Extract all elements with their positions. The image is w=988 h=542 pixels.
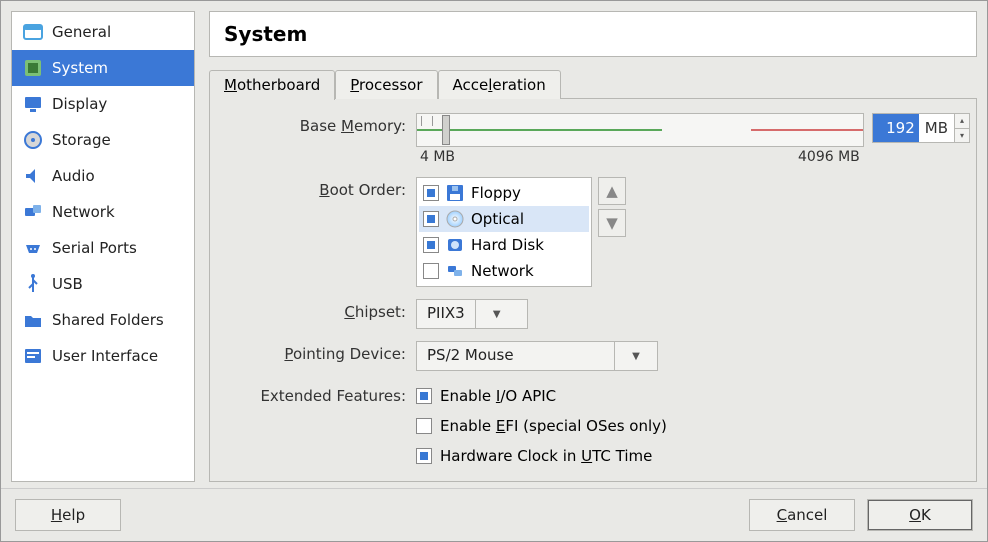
boot-order-list[interactable]: Floppy Optical Hard	[416, 177, 592, 287]
sidebar-item-label: User Interface	[52, 347, 158, 365]
feature-utc[interactable]: Hardware Clock in UTC Time	[416, 447, 970, 465]
hdd-icon	[445, 235, 465, 255]
floppy-icon	[445, 183, 465, 203]
sidebar-item-label: Shared Folders	[52, 311, 164, 329]
spin-down-button[interactable]: ▾	[955, 129, 969, 143]
tabbar: Motherboard Processor Acceleration	[209, 69, 977, 99]
serial-icon	[22, 237, 44, 259]
optical-icon	[445, 209, 465, 229]
settings-sidebar: General System Display Storage	[11, 11, 195, 482]
sidebar-item-label: Display	[52, 95, 107, 113]
general-icon	[22, 21, 44, 43]
boot-check-floppy[interactable]	[423, 185, 439, 201]
row-pointing: Pointing Device: PS/2 Mouse ▼	[216, 341, 970, 371]
chevron-down-icon: ▼	[614, 342, 657, 370]
sidebar-item-label: Serial Ports	[52, 239, 137, 257]
base-memory-input[interactable]	[873, 114, 919, 142]
cancel-button[interactable]: Cancel	[749, 499, 855, 531]
feature-io-apic[interactable]: Enable I/O APIC	[416, 387, 970, 405]
dialog-footer: Help Cancel OK	[1, 488, 987, 541]
sidebar-item-network[interactable]: Network	[12, 194, 194, 230]
boot-item-optical[interactable]: Optical	[419, 206, 589, 232]
checkbox-utc[interactable]	[416, 448, 432, 464]
pointing-dropdown[interactable]: PS/2 Mouse ▼	[416, 341, 658, 371]
label-base-memory: Base Memory:	[216, 113, 416, 135]
row-boot-order: Boot Order: Floppy	[216, 177, 970, 287]
boot-check-optical[interactable]	[423, 211, 439, 227]
usb-icon	[22, 273, 44, 295]
feature-efi[interactable]: Enable EFI (special OSes only)	[416, 417, 970, 435]
display-icon	[22, 93, 44, 115]
row-base-memory: Base Memory: 4 M	[216, 113, 970, 165]
checkbox-io-apic[interactable]	[416, 388, 432, 404]
boot-move-up-button[interactable]: ▲	[598, 177, 626, 205]
chipset-value: PIIX3	[417, 300, 475, 328]
base-memory-spinbox[interactable]: MB ▴ ▾	[872, 113, 970, 143]
tab-acceleration[interactable]: Acceleration	[438, 70, 561, 99]
sidebar-item-audio[interactable]: Audio	[12, 158, 194, 194]
sidebar-item-label: Audio	[52, 167, 95, 185]
slider-min-label: 4 MB	[420, 149, 455, 165]
boot-label: Floppy	[471, 184, 521, 202]
boot-check-network[interactable]	[423, 263, 439, 279]
sidebar-item-display[interactable]: Display	[12, 86, 194, 122]
boot-label: Network	[471, 262, 534, 280]
chevron-down-icon: ▼	[475, 300, 518, 328]
ui-icon	[22, 345, 44, 367]
folder-icon	[22, 309, 44, 331]
label-extended: Extended Features:	[216, 383, 416, 405]
sidebar-item-shared-folders[interactable]: Shared Folders	[12, 302, 194, 338]
row-extended: Extended Features: Enable I/O APIC Enabl…	[216, 383, 970, 469]
label-boot-order: Boot Order:	[216, 177, 416, 199]
network-icon	[22, 201, 44, 223]
sidebar-item-label: Network	[52, 203, 115, 221]
sidebar-item-general[interactable]: General	[12, 14, 194, 50]
sidebar-item-system[interactable]: System	[12, 50, 194, 86]
storage-icon	[22, 129, 44, 151]
label-pointing: Pointing Device:	[216, 341, 416, 363]
settings-window: General System Display Storage	[0, 0, 988, 542]
audio-icon	[22, 165, 44, 187]
arrow-up-icon: ▲	[606, 182, 618, 200]
sidebar-item-label: USB	[52, 275, 83, 293]
system-icon	[22, 57, 44, 79]
sidebar-item-serial-ports[interactable]: Serial Ports	[12, 230, 194, 266]
sidebar-item-user-interface[interactable]: User Interface	[12, 338, 194, 374]
arrow-down-icon: ▼	[606, 214, 618, 232]
tab-motherboard[interactable]: Motherboard	[209, 70, 335, 100]
sidebar-item-label: Storage	[52, 131, 111, 149]
pointing-value: PS/2 Mouse	[417, 342, 614, 370]
content-area: System Motherboard Processor Acceleratio…	[209, 11, 977, 482]
page-title: System	[209, 11, 977, 57]
sidebar-item-usb[interactable]: USB	[12, 266, 194, 302]
chipset-dropdown[interactable]: PIIX3 ▼	[416, 299, 528, 329]
boot-label: Optical	[471, 210, 524, 228]
sidebar-item-storage[interactable]: Storage	[12, 122, 194, 158]
net-icon	[445, 261, 465, 281]
help-button[interactable]: Help	[15, 499, 121, 531]
boot-item-network[interactable]: Network	[419, 258, 589, 284]
sidebar-item-label: System	[52, 59, 108, 77]
spin-up-button[interactable]: ▴	[955, 114, 969, 129]
boot-item-harddisk[interactable]: Hard Disk	[419, 232, 589, 258]
base-memory-slider[interactable]	[416, 113, 864, 147]
tab-processor[interactable]: Processor	[335, 70, 437, 99]
ok-button[interactable]: OK	[867, 499, 973, 531]
main-area: General System Display Storage	[1, 1, 987, 482]
sidebar-item-label: General	[52, 23, 111, 41]
tab-panel-motherboard: Base Memory: 4 M	[209, 99, 977, 482]
base-memory-unit: MB	[919, 114, 954, 142]
row-chipset: Chipset: PIIX3 ▼	[216, 299, 970, 329]
boot-move-down-button[interactable]: ▼	[598, 209, 626, 237]
boot-label: Hard Disk	[471, 236, 544, 254]
label-chipset: Chipset:	[216, 299, 416, 321]
boot-check-harddisk[interactable]	[423, 237, 439, 253]
boot-item-floppy[interactable]: Floppy	[419, 180, 589, 206]
checkbox-efi[interactable]	[416, 418, 432, 434]
slider-max-label: 4096 MB	[798, 149, 860, 165]
